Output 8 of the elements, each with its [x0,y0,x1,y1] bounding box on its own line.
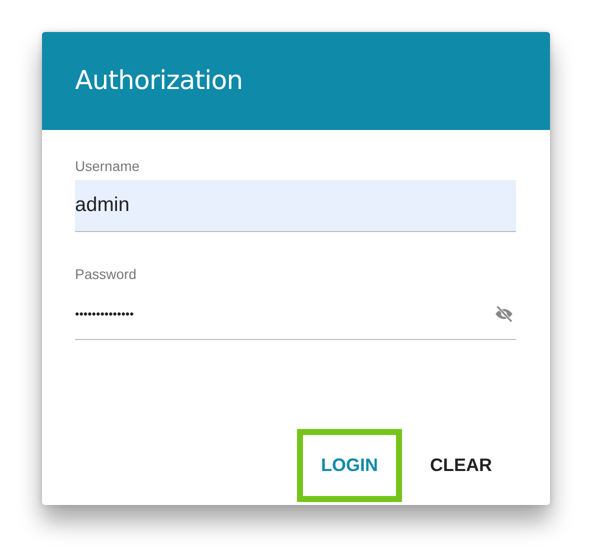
clear-button[interactable]: CLEAR [412,443,510,488]
input-field[interactable]: admin [75,180,516,232]
login-button[interactable]: LOGIN [303,443,396,488]
eye-slash-icon[interactable] [494,304,514,324]
input-field[interactable]: •••••••••••••• [75,288,516,340]
field-label: Username [75,158,140,174]
field-label: Password [75,266,136,282]
dialog-title: Authorization [75,66,243,96]
